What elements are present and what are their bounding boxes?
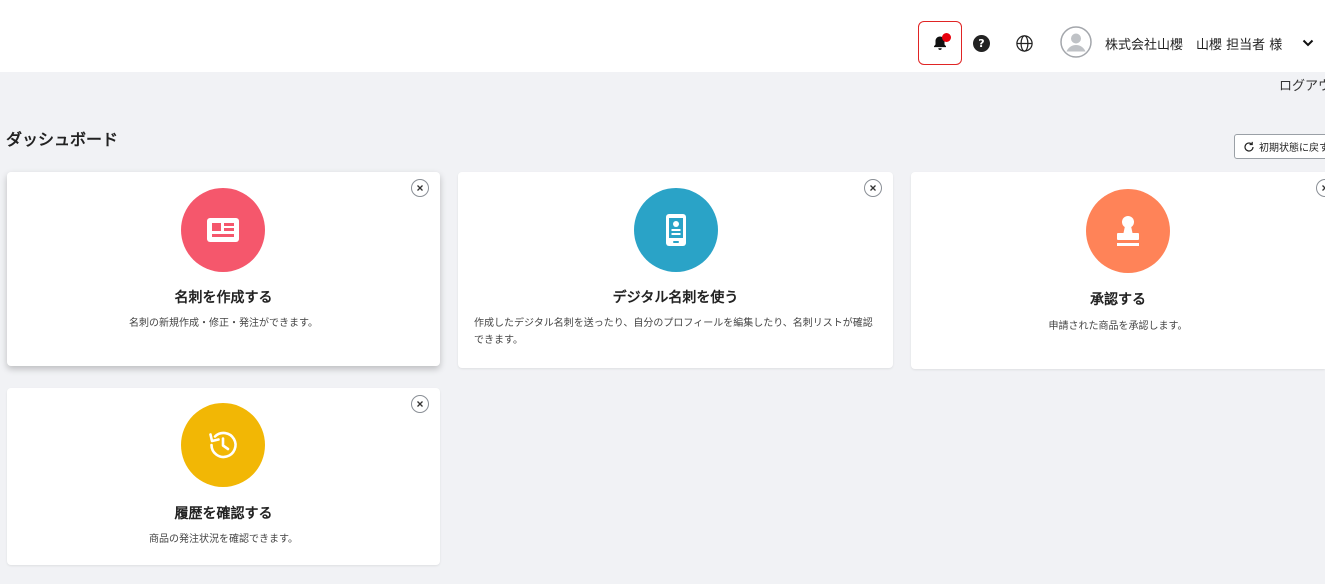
reset-layout-label: 初期状態に戻す	[1259, 143, 1325, 154]
reset-layout-button[interactable]: 初期状態に戻す	[1234, 134, 1325, 159]
close-icon[interactable]	[1316, 179, 1325, 197]
user-name[interactable]: 株式会社山櫻 山櫻 担当者 様	[1105, 34, 1282, 53]
card-description: 作成したデジタル名刺を送ったり、自分のプロフィールを編集したり、名刺リストが確認…	[474, 318, 873, 346]
card-description: 名刺の新規作成・修正・発注ができます。	[129, 318, 318, 329]
card-description: 申請された商品を承認します。	[1048, 321, 1188, 332]
top-bar: ? 株式会社山櫻 山櫻 担当者 様	[0, 0, 1325, 72]
card-title: デジタル名刺を使う	[612, 290, 739, 306]
card-approve[interactable]: 承認する 申請された商品を承認します。	[911, 172, 1325, 369]
business-card-icon	[181, 188, 265, 272]
mobile-card-icon	[634, 188, 718, 272]
close-icon[interactable]	[411, 395, 429, 413]
notification-badge	[942, 33, 951, 42]
page-title: ダッシュボード	[6, 130, 119, 149]
card-digital-business-card[interactable]: デジタル名刺を使う 作成したデジタル名刺を送ったり、自分のプロフィールを編集した…	[458, 172, 893, 368]
card-title: 履歴を確認する	[174, 506, 273, 522]
close-icon[interactable]	[864, 179, 882, 197]
card-title: 名刺を作成する	[174, 290, 273, 306]
history-icon	[181, 403, 265, 487]
close-icon[interactable]	[411, 179, 429, 197]
refresh-icon	[1244, 141, 1254, 152]
approval-stamp-icon	[1086, 189, 1170, 273]
globe-icon[interactable]	[1015, 34, 1034, 53]
help-icon[interactable]: ?	[973, 35, 990, 52]
notification-button[interactable]	[918, 21, 962, 65]
chevron-down-icon[interactable]	[1302, 38, 1314, 48]
avatar-icon[interactable]	[1060, 26, 1092, 58]
logout-link[interactable]: ログアウト	[1279, 75, 1325, 94]
card-description: 商品の発注状況を確認できます。	[149, 534, 298, 545]
card-create-business-card[interactable]: 名刺を作成する 名刺の新規作成・修正・発注ができます。	[7, 172, 440, 366]
card-history[interactable]: 履歴を確認する 商品の発注状況を確認できます。	[7, 388, 440, 565]
card-title: 承認する	[1090, 292, 1146, 308]
